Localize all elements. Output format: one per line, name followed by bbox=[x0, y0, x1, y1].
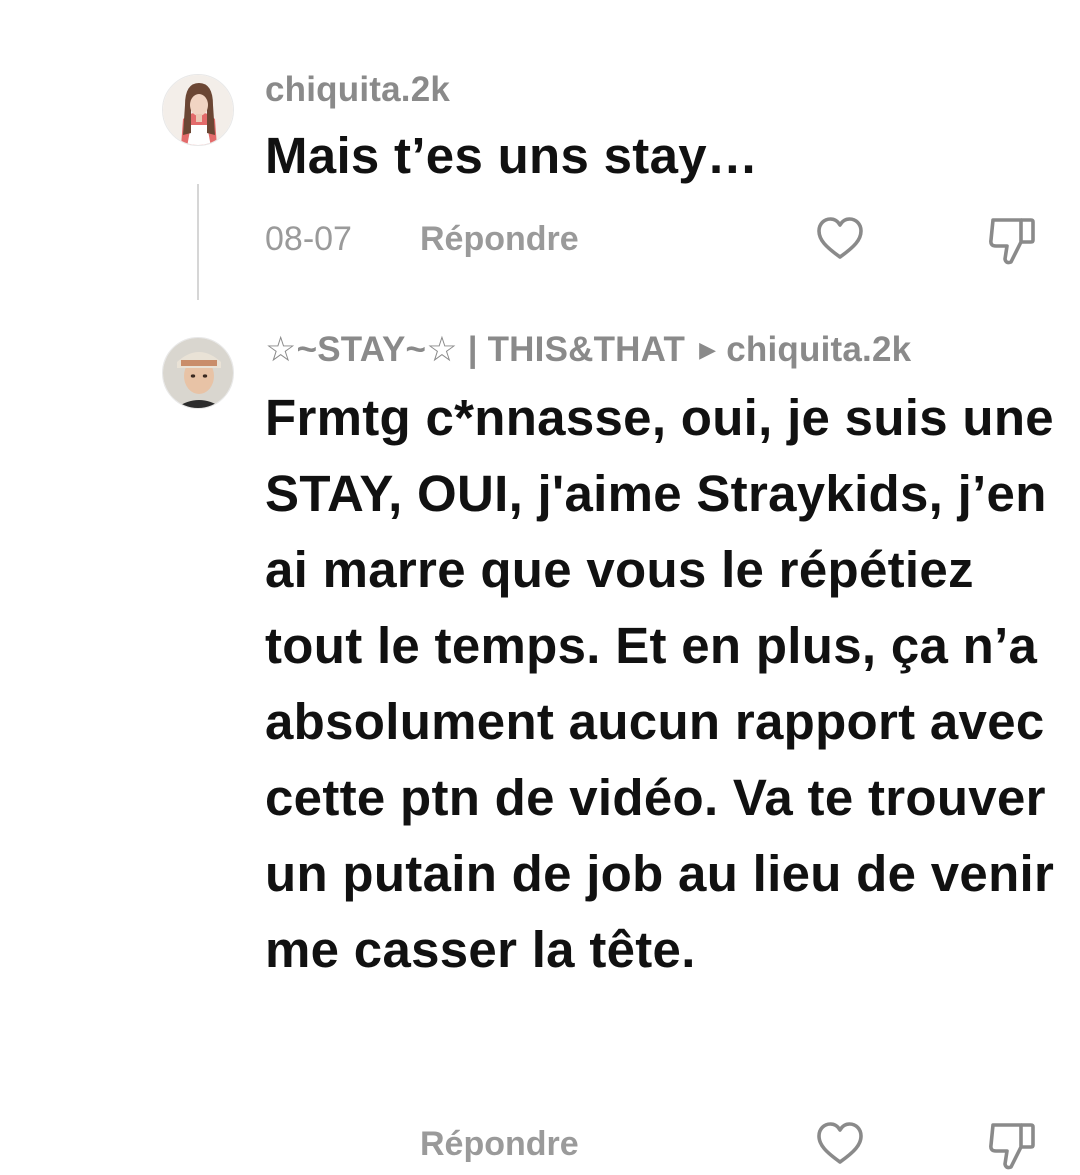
thread-line bbox=[197, 184, 199, 300]
reply-to-username[interactable]: chiquita.2k bbox=[726, 330, 911, 369]
comment-meta: Répondre bbox=[265, 1122, 1055, 1175]
avatar[interactable] bbox=[162, 74, 234, 146]
avatar[interactable] bbox=[162, 337, 234, 409]
thumbs-down-outline-icon[interactable] bbox=[987, 1119, 1037, 1173]
comment-meta: 08-07 Répondre bbox=[265, 217, 1055, 270]
comment-text: Frmtg c*nnasse, oui, je suis une STAY, O… bbox=[265, 389, 1055, 978]
reply-button[interactable]: Répondre bbox=[420, 1125, 579, 1164]
caret-right-icon: ▶ bbox=[699, 337, 717, 362]
thumbs-down-outline-icon[interactable] bbox=[987, 214, 1037, 268]
comment-username[interactable]: ☆~STAY~☆ | THIS&THAT ▶ chiquita.2k bbox=[265, 330, 911, 370]
comment-text: Mais t’es uns stay… bbox=[265, 127, 759, 184]
comment-2: ☆~STAY~☆ | THIS&THAT ▶ chiquita.2k Frmtg c… bbox=[0, 320, 1080, 1170]
heart-outline-icon[interactable] bbox=[815, 214, 865, 264]
heart-outline-icon[interactable] bbox=[815, 1119, 865, 1169]
reply-button[interactable]: Répondre bbox=[420, 220, 579, 259]
comment-username[interactable]: chiquita.2k bbox=[265, 70, 450, 110]
comment-date: 08-07 bbox=[265, 220, 352, 258]
username-label[interactable]: ☆~STAY~☆ | THIS&THAT bbox=[265, 330, 685, 369]
comment-1: chiquita.2k Mais t’es uns stay… 08-07 Ré… bbox=[0, 0, 1080, 310]
